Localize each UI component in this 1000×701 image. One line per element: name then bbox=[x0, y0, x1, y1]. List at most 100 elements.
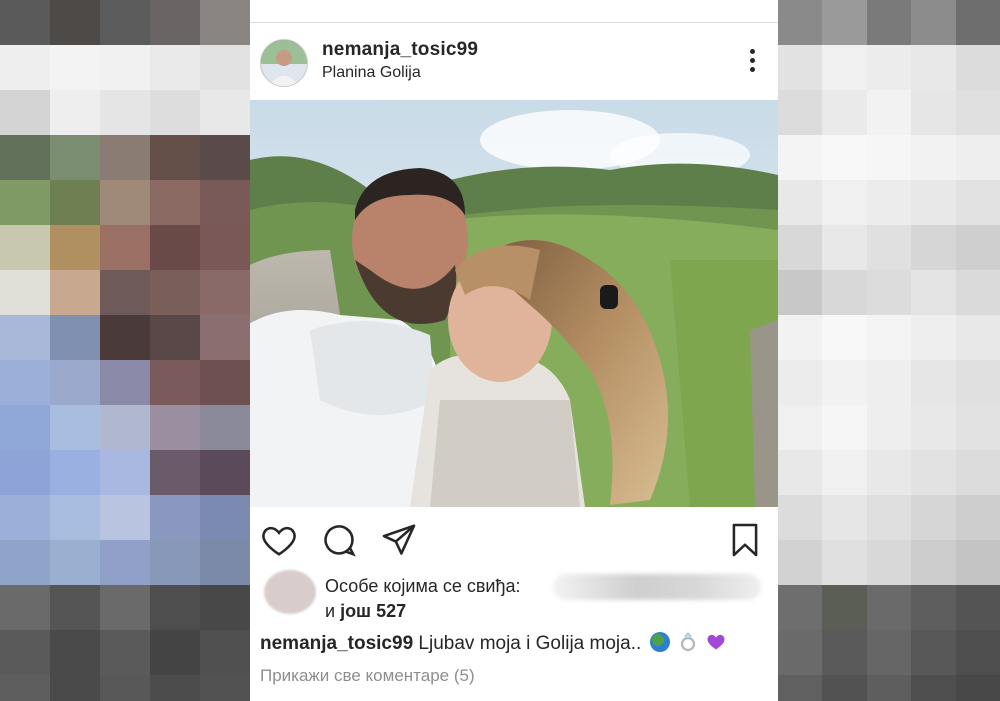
mosaic-cell bbox=[0, 315, 50, 360]
mosaic-cell bbox=[50, 135, 100, 180]
mosaic-cell bbox=[866, 0, 912, 45]
mosaic-cell bbox=[866, 540, 912, 585]
mosaic-cell bbox=[778, 270, 823, 315]
mosaic-cell bbox=[955, 450, 1000, 495]
mosaic-cell bbox=[822, 135, 867, 180]
mosaic-cell bbox=[955, 585, 1000, 630]
mosaic-cell bbox=[955, 540, 1000, 585]
mosaic-cell bbox=[911, 135, 956, 180]
mosaic-cell bbox=[778, 630, 823, 675]
caption-username[interactable]: nemanja_tosic99 bbox=[260, 633, 413, 654]
likes-count[interactable]: и још 527 bbox=[325, 601, 406, 622]
mosaic-cell bbox=[911, 45, 956, 90]
mosaic-cell bbox=[200, 540, 250, 585]
mosaic-cell bbox=[866, 495, 912, 540]
globe-emoji-icon bbox=[649, 632, 670, 652]
mosaic-cell bbox=[100, 585, 150, 630]
mosaic-cell bbox=[955, 45, 1000, 90]
right-blurred-background bbox=[778, 0, 1000, 701]
post-header: nemanja_tosic99 Planina Golija bbox=[250, 23, 778, 99]
mosaic-cell bbox=[822, 180, 867, 225]
mosaic-cell bbox=[866, 180, 912, 225]
blurred-liker-name bbox=[553, 574, 761, 600]
mosaic-cell bbox=[778, 450, 823, 495]
mosaic-cell bbox=[911, 225, 956, 270]
mosaic-cell bbox=[955, 180, 1000, 225]
mosaic-cell bbox=[150, 315, 200, 360]
mosaic-cell bbox=[150, 90, 200, 135]
mosaic-cell bbox=[0, 585, 50, 630]
mosaic-cell bbox=[866, 630, 912, 675]
mosaic-cell bbox=[0, 135, 50, 180]
likes-more-count[interactable]: још 527 bbox=[340, 601, 406, 621]
bookmark-icon[interactable] bbox=[726, 521, 764, 564]
mosaic-cell bbox=[50, 675, 100, 701]
mosaic-cell bbox=[911, 0, 956, 45]
post-username[interactable]: nemanja_tosic99 bbox=[322, 39, 478, 61]
left-blurred-background bbox=[0, 0, 250, 701]
mosaic-cell bbox=[200, 450, 250, 495]
mosaic-cell bbox=[150, 45, 200, 90]
post-location[interactable]: Planina Golija bbox=[322, 64, 421, 82]
caption-text: Ljubav moja i Golija moja.. bbox=[418, 633, 642, 654]
mosaic-cell bbox=[150, 450, 200, 495]
mosaic-cell bbox=[0, 45, 50, 90]
mosaic-cell bbox=[100, 315, 150, 360]
heart-icon[interactable] bbox=[260, 521, 298, 564]
mosaic-cell bbox=[100, 405, 150, 450]
mosaic-cell bbox=[911, 360, 956, 405]
mosaic-cell bbox=[100, 0, 150, 45]
mosaic-cell bbox=[955, 315, 1000, 360]
purple-heart-emoji-icon bbox=[706, 632, 726, 652]
comment-icon[interactable] bbox=[320, 521, 358, 564]
post-photo[interactable] bbox=[250, 100, 778, 507]
mosaic-cell bbox=[100, 135, 150, 180]
likes-label: Особе којима се свиђа: bbox=[325, 576, 521, 596]
mosaic-cell bbox=[778, 135, 823, 180]
post-caption: nemanja_tosic99 Ljubav moja i Golija moj… bbox=[260, 632, 726, 655]
mosaic-cell bbox=[50, 450, 100, 495]
mosaic-cell bbox=[100, 90, 150, 135]
mosaic-cell bbox=[200, 45, 250, 90]
mosaic-cell bbox=[150, 0, 200, 45]
mosaic-cell bbox=[866, 135, 912, 180]
avatar[interactable] bbox=[260, 39, 308, 87]
mosaic-cell bbox=[822, 225, 867, 270]
view-all-comments-link[interactable]: Прикажи све коментаре (5) bbox=[260, 666, 475, 686]
mosaic-cell bbox=[150, 405, 200, 450]
mosaic-cell bbox=[100, 45, 150, 90]
mosaic-cell bbox=[911, 450, 956, 495]
mosaic-cell bbox=[0, 675, 50, 701]
mosaic-cell bbox=[200, 405, 250, 450]
mosaic-cell bbox=[200, 270, 250, 315]
mosaic-cell bbox=[150, 225, 200, 270]
more-options-icon[interactable] bbox=[748, 49, 756, 75]
mosaic-cell bbox=[200, 630, 250, 675]
mosaic-cell bbox=[0, 360, 50, 405]
mosaic-cell bbox=[100, 270, 150, 315]
mosaic-cell bbox=[778, 540, 823, 585]
mosaic-cell bbox=[955, 405, 1000, 450]
mosaic-cell bbox=[955, 0, 1000, 45]
mosaic-cell bbox=[0, 180, 50, 225]
liker-avatar[interactable] bbox=[264, 570, 316, 614]
mosaic-cell bbox=[100, 450, 150, 495]
mosaic-cell bbox=[955, 360, 1000, 405]
mosaic-cell bbox=[0, 630, 50, 675]
mosaic-cell bbox=[955, 225, 1000, 270]
mosaic-cell bbox=[955, 630, 1000, 675]
mosaic-cell bbox=[866, 45, 912, 90]
previous-post-edge bbox=[250, 0, 778, 23]
mosaic-cell bbox=[50, 315, 100, 360]
mosaic-cell bbox=[0, 225, 50, 270]
mosaic-cell bbox=[200, 495, 250, 540]
mosaic-cell bbox=[778, 585, 823, 630]
likes-section: Особе којима се свиђа: и још 527 bbox=[250, 568, 778, 628]
mosaic-cell bbox=[911, 675, 956, 701]
mosaic-cell bbox=[50, 540, 100, 585]
mosaic-cell bbox=[200, 0, 250, 45]
mosaic-cell bbox=[822, 450, 867, 495]
mosaic-cell bbox=[822, 675, 867, 701]
share-icon[interactable] bbox=[380, 521, 418, 564]
mosaic-cell bbox=[100, 675, 150, 701]
